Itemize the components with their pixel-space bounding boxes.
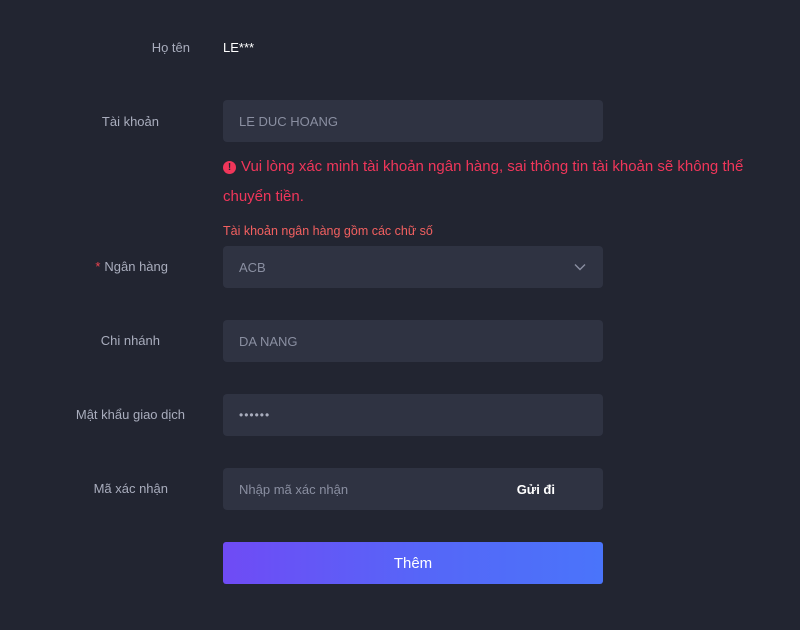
bank-select[interactable]: ACB xyxy=(223,246,603,288)
tx-password-field[interactable]: •••••• xyxy=(223,394,603,436)
branch-field-value: DA NANG xyxy=(239,333,298,349)
bank-label-text: Ngân hàng xyxy=(104,259,168,274)
verify-code-input[interactable]: Nhập mã xác nhận xyxy=(239,482,517,497)
fullname-value: LE*** xyxy=(223,40,255,55)
add-button[interactable]: Thêm xyxy=(223,542,603,584)
account-label: Tài khoản xyxy=(101,114,159,129)
chevron-down-icon xyxy=(573,260,587,274)
bank-select-value: ACB xyxy=(239,259,266,275)
bank-label: * Ngân hàng xyxy=(0,259,168,274)
verify-code-field[interactable]: Nhập mã xác nhận Gửi đi xyxy=(223,468,603,510)
branch-field[interactable]: DA NANG xyxy=(223,320,603,362)
account-warning: ! Vui lòng xác minh tài khoản ngân hàng, … xyxy=(223,152,795,212)
verify-code-label: Mã xác nhận xyxy=(93,481,168,496)
exclamation-circle-icon: ! xyxy=(223,161,236,174)
branch-label: Chi nhánh xyxy=(100,333,160,348)
send-code-button[interactable]: Gửi đi xyxy=(517,482,555,497)
account-field[interactable]: LE DUC HOANG xyxy=(223,100,603,142)
account-digits-hint: Tài khoản ngân hàng gồm các chữ số xyxy=(223,224,433,238)
fullname-label: Họ tên xyxy=(151,40,190,55)
account-field-value: LE DUC HOANG xyxy=(239,113,338,129)
add-bank-form: Họ tên LE*** Tài khoản LE DUC HOANG ! Vui… xyxy=(0,0,800,630)
tx-password-label: Mật khẩu giao dịch xyxy=(75,407,185,422)
tx-password-value: •••••• xyxy=(239,408,271,422)
required-mark: * xyxy=(95,259,101,274)
account-warning-text: Vui lòng xác minh tài khoản ngân hàng, s… xyxy=(223,158,744,205)
